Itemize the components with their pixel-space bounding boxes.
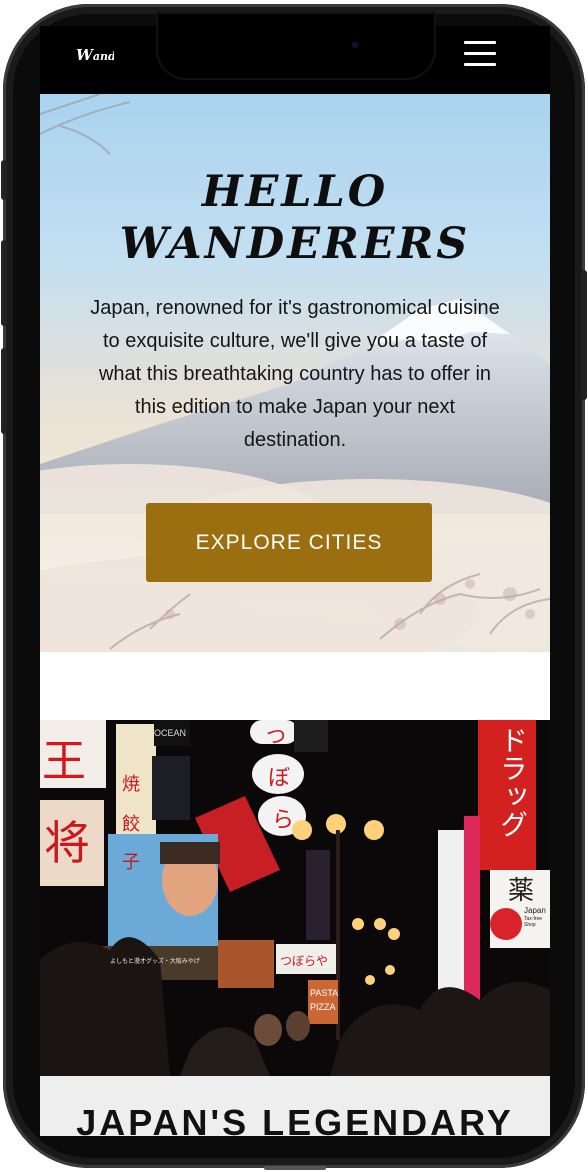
power-button <box>581 270 587 400</box>
hero-title: HELLO WANDERERS <box>40 166 550 270</box>
hero-description: Japan, renowned for it's gastronomical c… <box>90 297 500 451</box>
screen: HELLO WANDERERS Japan, renowned for it's… <box>40 94 550 1136</box>
hero-section: HELLO WANDERERS Japan, renowned for it's… <box>40 94 550 652</box>
spacer <box>40 652 550 720</box>
notch <box>158 14 434 78</box>
hero-title-line-1: HELLO <box>201 167 389 217</box>
volume-up-button <box>1 240 7 326</box>
menu-line-2 <box>464 52 496 55</box>
sign-ko: 子 <box>122 852 140 872</box>
sign-general: 将 <box>44 816 90 870</box>
sign-pizza: PIZZA <box>310 1002 336 1012</box>
volume-down-button <box>1 348 7 434</box>
section-heading: JAPAN'S LEGENDARY <box>76 1102 514 1136</box>
sign-shop: Tax-free Shop <box>524 916 543 928</box>
explore-cities-button[interactable]: EXPLORE CITIES <box>146 503 432 582</box>
sign-ocean: OCEAN <box>154 728 187 738</box>
sign-drug: ドラッグ <box>497 726 528 838</box>
dotonbori-night-scene <box>40 720 550 1076</box>
sign-yaki: 焼 <box>122 774 140 794</box>
sign-small: よしもと漫才グッズ・大阪みやげ <box>110 959 200 965</box>
sign-yaku: 薬 <box>508 875 535 905</box>
sign-kanban-low: ら <box>272 807 295 832</box>
silent-switch <box>1 160 7 200</box>
hero-title-line-2: WANDERERS <box>119 219 471 269</box>
sign-tsubora: つぼらや <box>280 954 329 968</box>
sign-kanban-mid: ぼ <box>268 765 291 790</box>
hamburger-menu-icon[interactable] <box>462 38 498 72</box>
sign-japan: Japan <box>524 906 546 915</box>
site-logo[interactable]: Wandering <box>76 46 114 64</box>
sign-pasta: PASTA <box>310 988 339 998</box>
home-indicator <box>264 1166 326 1170</box>
sign-kanban-top: つ <box>266 726 286 748</box>
logo-text: andering <box>92 50 114 63</box>
sign-gyo: 餃 <box>122 814 140 834</box>
logo-mark: W <box>76 46 93 64</box>
osaka-street-photo: 王 将 焼 餃 子 OCEAN つ ぼ ら ドラッグ 薬 Japan Tax-f… <box>40 720 550 1076</box>
front-camera <box>352 42 358 48</box>
menu-line-1 <box>464 41 496 44</box>
legendary-section: JAPAN'S LEGENDARY <box>40 1076 550 1136</box>
sign-king: 王 <box>42 736 86 787</box>
menu-line-3 <box>464 63 496 66</box>
